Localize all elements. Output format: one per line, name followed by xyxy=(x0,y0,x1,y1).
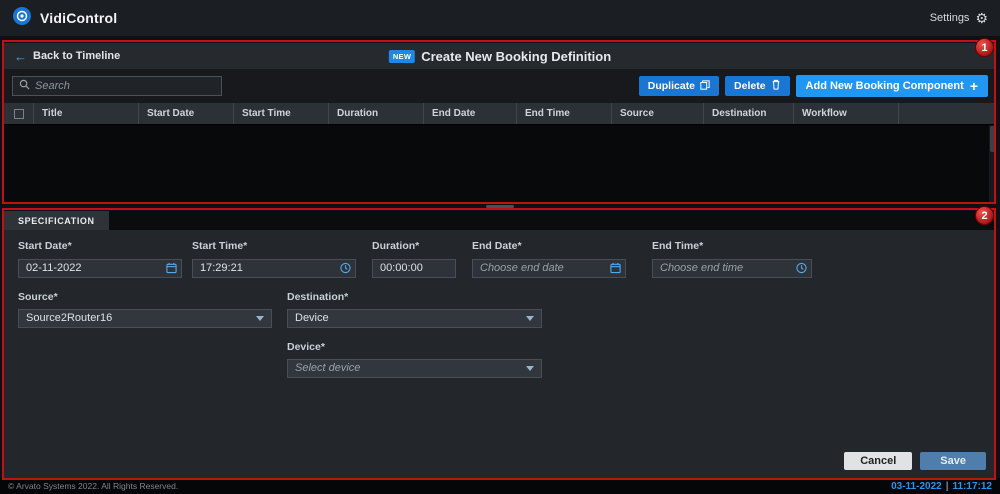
select-all-cell xyxy=(4,103,34,124)
copyright-text: © Arvato Systems 2022. All Rights Reserv… xyxy=(8,481,178,491)
app-title: VidiControl xyxy=(40,10,117,26)
panel-title-wrap: NEW Create New Booking Definition xyxy=(389,49,611,64)
start-time-field-group: Start Time* xyxy=(192,240,356,278)
back-arrow-icon: ← xyxy=(14,50,27,63)
add-button-label: Add New Booking Component xyxy=(806,80,964,92)
copy-icon xyxy=(700,80,710,93)
clock-icon[interactable] xyxy=(340,262,351,273)
search-box[interactable] xyxy=(12,76,222,96)
chevron-down-icon xyxy=(256,316,264,321)
column-header-end-date[interactable]: End Date xyxy=(424,103,517,124)
table-scrollbar-thumb[interactable] xyxy=(990,126,995,152)
specification-form: Start Date* Start Time* xyxy=(4,230,996,478)
clock-icon[interactable] xyxy=(796,262,807,273)
device-select[interactable]: Select device xyxy=(287,359,542,378)
tab-specification[interactable]: SPECIFICATION xyxy=(4,211,109,230)
specification-panel: SPECIFICATION Start Date* xyxy=(4,211,996,478)
source-label: Source* xyxy=(18,291,272,303)
booking-table-body-empty xyxy=(4,125,996,202)
search-input[interactable] xyxy=(35,80,215,92)
start-time-label: Start Time* xyxy=(192,240,356,252)
column-header-destination[interactable]: Destination xyxy=(704,103,794,124)
start-date-input[interactable] xyxy=(18,259,182,278)
form-row-datetime: Start Date* Start Time* xyxy=(18,240,982,278)
end-time-label: End Time* xyxy=(652,240,812,252)
chevron-down-icon xyxy=(526,316,534,321)
end-date-label: End Date* xyxy=(472,240,626,252)
booking-list-panel: ← Back to Timeline NEW Create New Bookin… xyxy=(4,43,996,202)
start-date-label: Start Date* xyxy=(18,240,182,252)
source-field-group: Source* Source2Router16 xyxy=(18,291,272,328)
new-badge: NEW xyxy=(389,50,415,63)
column-header-duration[interactable]: Duration xyxy=(329,103,424,124)
gear-icon[interactable]: ⚙ xyxy=(975,11,988,25)
calendar-icon[interactable] xyxy=(610,262,621,273)
form-row-routing: Source* Source2Router16 Destination* Dev… xyxy=(18,291,982,328)
trash-icon xyxy=(771,79,781,93)
end-time-input[interactable] xyxy=(652,259,812,278)
panel-resize-handle[interactable] xyxy=(486,205,514,208)
vidicontrol-logo-icon xyxy=(12,6,32,31)
device-field-group: Device* Select device xyxy=(287,341,542,378)
settings-button[interactable]: Settings ⚙ xyxy=(930,11,988,25)
table-scrollbar[interactable] xyxy=(989,125,996,202)
footer-date: 03-11-2022 xyxy=(891,481,942,492)
footer-datetime: 03-11-2022 | 11:17:12 xyxy=(891,481,992,492)
back-link-label: Back to Timeline xyxy=(33,50,120,62)
end-date-input[interactable] xyxy=(472,259,626,278)
end-time-field-group: End Time* xyxy=(652,240,812,278)
source-select-value: Source2Router16 xyxy=(26,312,112,324)
destination-select[interactable]: Device xyxy=(287,309,542,328)
settings-label: Settings xyxy=(930,12,970,24)
save-button[interactable]: Save xyxy=(920,452,986,470)
panel-splitter xyxy=(4,202,996,211)
source-select[interactable]: Source2Router16 xyxy=(18,309,272,328)
logo-area: VidiControl xyxy=(12,6,117,31)
end-date-field-group: End Date* xyxy=(472,240,626,278)
chevron-down-icon xyxy=(526,366,534,371)
duration-input[interactable] xyxy=(372,259,456,278)
device-label: Device* xyxy=(287,341,542,353)
cancel-button[interactable]: Cancel xyxy=(844,452,912,470)
app-footer: © Arvato Systems 2022. All Rights Reserv… xyxy=(0,478,1000,494)
column-header-workflow[interactable]: Workflow xyxy=(794,103,899,124)
footer-separator: | xyxy=(946,481,949,492)
page-title: Create New Booking Definition xyxy=(421,49,611,64)
device-select-placeholder: Select device xyxy=(295,362,360,374)
column-header-source[interactable]: Source xyxy=(612,103,704,124)
destination-select-value: Device xyxy=(295,312,329,324)
destination-label: Destination* xyxy=(287,291,542,303)
form-actions: Cancel Save xyxy=(844,452,986,470)
booking-table-header: Title Start Date Start Time Duration End… xyxy=(4,103,996,125)
column-header-title[interactable]: Title xyxy=(34,103,139,124)
duplicate-label: Duplicate xyxy=(648,80,695,92)
column-header-filler xyxy=(899,103,996,124)
duration-field-group: Duration* xyxy=(372,240,456,278)
back-to-timeline-link[interactable]: ← Back to Timeline xyxy=(14,50,120,63)
booking-panel-header: ← Back to Timeline NEW Create New Bookin… xyxy=(4,43,996,69)
column-header-end-time[interactable]: End Time xyxy=(517,103,612,124)
delete-button[interactable]: Delete xyxy=(725,76,790,96)
form-row-device: Device* Select device xyxy=(18,341,982,378)
search-icon xyxy=(19,77,30,95)
duplicate-button[interactable]: Duplicate xyxy=(639,76,719,96)
column-header-start-date[interactable]: Start Date xyxy=(139,103,234,124)
app-header: VidiControl Settings ⚙ xyxy=(0,0,1000,36)
plus-icon: + xyxy=(970,79,978,93)
column-header-start-time[interactable]: Start Time xyxy=(234,103,329,124)
footer-time: 11:17:12 xyxy=(953,481,992,492)
start-date-field-group: Start Date* xyxy=(18,240,182,278)
start-time-input[interactable] xyxy=(192,259,356,278)
add-new-booking-component-button[interactable]: Add New Booking Component + xyxy=(796,75,988,97)
duration-label: Duration* xyxy=(372,240,456,252)
toolbar-buttons: Duplicate Delete Add New Booking Comp xyxy=(639,75,988,97)
destination-field-group: Destination* Device xyxy=(287,291,542,328)
booking-toolbar: Duplicate Delete Add New Booking Comp xyxy=(4,69,996,103)
spec-tab-strip: SPECIFICATION xyxy=(4,211,996,230)
delete-label: Delete xyxy=(734,80,766,92)
calendar-icon[interactable] xyxy=(166,262,177,273)
select-all-checkbox[interactable] xyxy=(14,109,24,119)
